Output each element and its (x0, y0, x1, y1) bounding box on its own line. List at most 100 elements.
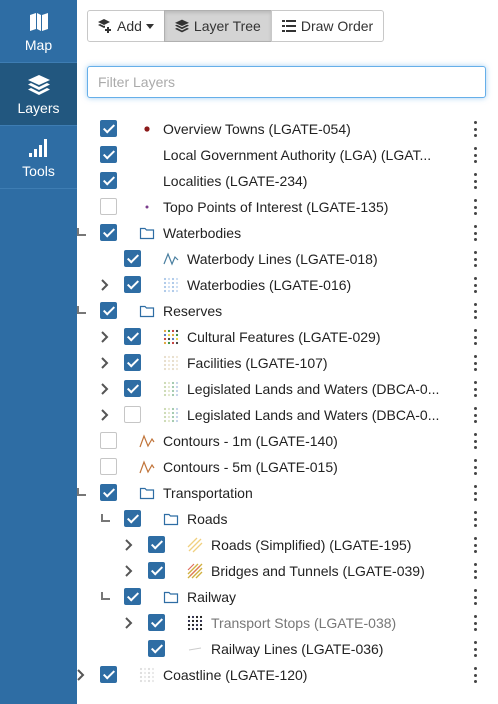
layer-label[interactable]: Railway (187, 589, 236, 605)
layer-menu-kebab-icon[interactable] (472, 251, 478, 267)
layer-visibility-checkbox[interactable] (100, 224, 117, 241)
chevron-right-icon[interactable] (124, 538, 134, 552)
layer-visibility-checkbox[interactable] (100, 172, 117, 189)
layer-menu-kebab-icon[interactable] (472, 277, 478, 293)
layer-label[interactable]: Coastline (LGATE-120) (163, 667, 307, 683)
layers-panel: Add Layer Tree Draw Order Overview Towns… (77, 0, 498, 704)
layer-visibility-checkbox[interactable] (148, 536, 165, 553)
line-symbol-icon (163, 252, 179, 266)
layer-menu-kebab-icon[interactable] (472, 355, 478, 371)
layer-row: Legislated Lands and Waters (DBCA-0... (77, 402, 498, 428)
layer-menu-kebab-icon[interactable] (472, 147, 478, 163)
layer-visibility-checkbox[interactable] (148, 562, 165, 579)
layer-visibility-checkbox[interactable] (124, 328, 141, 345)
layer-visibility-checkbox[interactable] (100, 302, 117, 319)
collapse-toggle[interactable] (101, 592, 110, 600)
draw-order-tab-label: Draw Order (300, 18, 374, 34)
layer-label[interactable]: Topo Points of Interest (LGATE-135) (163, 199, 388, 215)
layer-label[interactable]: Contours - 5m (LGATE-015) (163, 459, 338, 475)
layer-visibility-checkbox[interactable] (100, 666, 117, 683)
map-icon (29, 10, 49, 34)
layer-visibility-checkbox[interactable] (124, 406, 141, 423)
layer-label[interactable]: Roads (Simplified) (LGATE-195) (211, 537, 411, 553)
layer-label[interactable]: Transport Stops (LGATE-038) (211, 615, 396, 631)
collapse-toggle[interactable] (77, 306, 86, 314)
layer-menu-kebab-icon[interactable] (472, 433, 478, 449)
layer-row: Reserves (77, 298, 498, 324)
layer-tree-tab-label: Layer Tree (193, 18, 261, 34)
layer-menu-kebab-icon[interactable] (472, 459, 478, 475)
layer-label[interactable]: Waterbody Lines (LGATE-018) (187, 251, 378, 267)
layer-visibility-checkbox[interactable] (124, 250, 141, 267)
layer-menu-kebab-icon[interactable] (472, 667, 478, 683)
collapse-toggle[interactable] (101, 514, 110, 522)
layer-label[interactable]: Legislated Lands and Waters (DBCA-0... (187, 381, 439, 397)
layer-visibility-checkbox[interactable] (124, 276, 141, 293)
layer-label[interactable]: Facilities (LGATE-107) (187, 355, 328, 371)
layer-menu-kebab-icon[interactable] (472, 225, 478, 241)
line-symbol-icon (139, 667, 155, 683)
layer-menu-kebab-icon[interactable] (472, 199, 478, 215)
chevron-right-icon[interactable] (124, 564, 134, 578)
layer-menu-kebab-icon[interactable] (472, 485, 478, 501)
layer-visibility-checkbox[interactable] (100, 484, 117, 501)
point-symbol-icon (145, 205, 149, 209)
nav-tools[interactable]: Tools (0, 126, 77, 189)
layer-menu-kebab-icon[interactable] (472, 407, 478, 423)
layer-menu-kebab-icon[interactable] (472, 615, 478, 631)
layer-label[interactable]: Reserves (163, 303, 222, 319)
chevron-right-icon[interactable] (100, 408, 110, 422)
layer-label[interactable]: Bridges and Tunnels (LGATE-039) (211, 563, 425, 579)
chevron-right-icon[interactable] (100, 382, 110, 396)
layer-visibility-checkbox[interactable] (124, 588, 141, 605)
layer-menu-kebab-icon[interactable] (472, 641, 478, 657)
layer-visibility-checkbox[interactable] (124, 380, 141, 397)
layer-menu-kebab-icon[interactable] (472, 511, 478, 527)
layer-label[interactable]: Transportation (163, 485, 253, 501)
layer-visibility-checkbox[interactable] (100, 120, 117, 137)
layer-menu-kebab-icon[interactable] (472, 589, 478, 605)
layers-icon (174, 19, 189, 33)
chevron-right-icon[interactable] (100, 330, 110, 344)
toolbar: Add Layer Tree Draw Order (87, 10, 385, 42)
layer-label[interactable]: Localities (LGATE-234) (163, 173, 307, 189)
layer-menu-kebab-icon[interactable] (472, 537, 478, 553)
draw-order-tab[interactable]: Draw Order (270, 10, 385, 42)
chevron-right-icon[interactable] (76, 668, 86, 682)
layer-label[interactable]: Overview Towns (LGATE-054) (163, 121, 351, 137)
layer-label[interactable]: Contours - 1m (LGATE-140) (163, 433, 338, 449)
layer-menu-kebab-icon[interactable] (472, 173, 478, 189)
layer-visibility-checkbox[interactable] (148, 614, 165, 631)
layer-label[interactable]: Cultural Features (LGATE-029) (187, 329, 380, 345)
chevron-right-icon[interactable] (100, 356, 110, 370)
nav-map[interactable]: Map (0, 0, 77, 63)
collapse-toggle[interactable] (77, 228, 86, 236)
layer-visibility-checkbox[interactable] (124, 354, 141, 371)
layer-tree-tab[interactable]: Layer Tree (163, 10, 272, 42)
layer-visibility-checkbox[interactable] (100, 432, 117, 449)
layer-label[interactable]: Waterbodies (163, 225, 241, 241)
layer-row: Transport Stops (LGATE-038) (77, 610, 498, 636)
layer-visibility-checkbox[interactable] (148, 640, 165, 657)
layer-label[interactable]: Waterbodies (LGATE-016) (187, 277, 351, 293)
filter-layers-input[interactable] (87, 66, 486, 98)
chevron-right-icon[interactable] (124, 616, 134, 630)
layer-label[interactable]: Local Government Authority (LGA) (LGAT..… (163, 147, 431, 163)
layer-menu-kebab-icon[interactable] (472, 563, 478, 579)
layer-visibility-checkbox[interactable] (124, 510, 141, 527)
chevron-right-icon[interactable] (100, 278, 110, 292)
collapse-toggle[interactable] (77, 488, 86, 496)
layer-label[interactable]: Roads (187, 511, 227, 527)
layer-menu-kebab-icon[interactable] (472, 121, 478, 137)
layer-visibility-checkbox[interactable] (100, 198, 117, 215)
layer-visibility-checkbox[interactable] (100, 146, 117, 163)
layer-label[interactable]: Railway Lines (LGATE-036) (211, 641, 383, 657)
add-button[interactable]: Add (87, 10, 165, 42)
nav-layers[interactable]: Layers (0, 63, 77, 126)
layer-menu-kebab-icon[interactable] (472, 381, 478, 397)
layer-menu-kebab-icon[interactable] (472, 329, 478, 345)
layer-label[interactable]: Legislated Lands and Waters (DBCA-0... (187, 407, 439, 423)
layer-menu-kebab-icon[interactable] (472, 303, 478, 319)
layer-visibility-checkbox[interactable] (100, 458, 117, 475)
polygon-symbol-icon (163, 407, 179, 423)
